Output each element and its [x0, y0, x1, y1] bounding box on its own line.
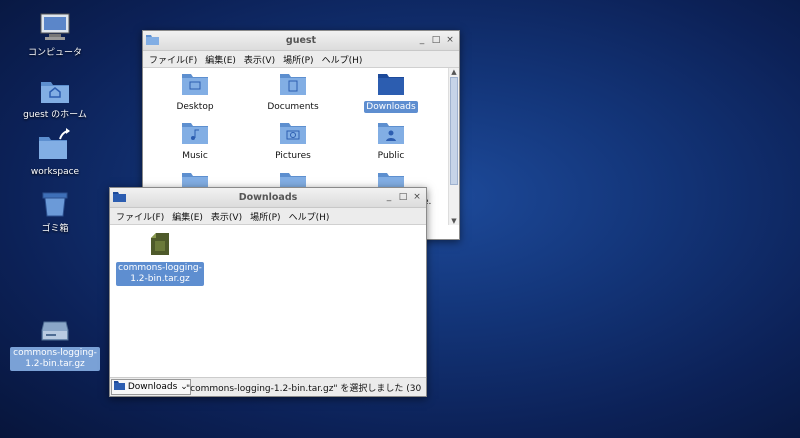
folder-link-icon	[39, 128, 70, 159]
public-folder-icon	[378, 123, 404, 144]
scroll-up-icon[interactable]: ▲	[449, 68, 459, 76]
window-title: guest	[285, 35, 317, 46]
menu-edit[interactable]: 編集(E)	[201, 51, 240, 68]
menubar: ファイル(F) 編集(E) 表示(V) 場所(P) ヘルプ(H)	[110, 208, 426, 225]
desktop-icon-label: ゴミ箱	[41, 224, 69, 234]
file-label: commons-logging-1.2-bin.tar.gz	[116, 262, 204, 286]
window-title: Downloads	[238, 192, 298, 203]
file-view: commons-logging-1.2-bin.tar.gz	[110, 225, 426, 377]
folder-icon	[114, 381, 125, 390]
maximize-icon[interactable]: □	[398, 191, 408, 203]
folder-label: Documents	[267, 102, 319, 112]
folder-label: Downloads	[364, 101, 418, 113]
desktop-icon-label: workspace	[30, 167, 80, 177]
menu-view[interactable]: 表示(V)	[240, 51, 279, 68]
titlebar[interactable]: guest _ □ ×	[143, 31, 459, 51]
location-value: Downloads	[127, 382, 178, 392]
close-icon[interactable]: ×	[445, 34, 455, 46]
home-folder-icon	[41, 82, 69, 103]
menu-places[interactable]: 場所(P)	[246, 208, 284, 225]
documents-folder-icon	[280, 74, 306, 95]
folder-documents[interactable]: Documents	[248, 72, 338, 113]
status-text: "commons-logging-1.2-bin.tar.gz" を選択しました…	[186, 384, 422, 394]
pictures-folder-icon	[280, 123, 306, 144]
statusbar: Downloads ⌄ "commons-logging-1.2-bin.tar…	[110, 377, 426, 396]
menu-file[interactable]: ファイル(F)	[145, 51, 201, 68]
scrollbar-thumb[interactable]	[450, 77, 458, 185]
desktop-icon-archive-drive[interactable]: commons-logging-1.2-bin.tar.gz	[9, 318, 101, 371]
vertical-scrollbar[interactable]: ▲ ▼	[448, 68, 459, 225]
location-dropdown[interactable]: Downloads ⌄	[111, 379, 191, 395]
window-downloads: Downloads _ □ × ファイル(F) 編集(E) 表示(V) 場所(P) ヘル…	[109, 187, 427, 397]
computer-icon	[40, 13, 70, 40]
folder-music[interactable]: Music	[150, 121, 240, 162]
desktop-icon-trash[interactable]: ゴミ箱	[15, 190, 95, 236]
menu-places[interactable]: 場所(P)	[279, 51, 317, 68]
file-item[interactable]: commons-logging-1.2-bin.tar.gz	[115, 231, 205, 286]
drive-icon	[41, 321, 69, 341]
menu-edit[interactable]: 編集(E)	[168, 208, 207, 225]
maximize-icon[interactable]: □	[431, 34, 441, 46]
desktop-icon-label: commons-logging-1.2-bin.tar.gz	[10, 347, 100, 371]
minimize-icon[interactable]: _	[417, 34, 427, 46]
menu-view[interactable]: 表示(V)	[207, 208, 246, 225]
desktop-icon-label: guest のホーム	[23, 110, 87, 120]
desktop-folder-icon	[182, 74, 208, 95]
scroll-down-icon[interactable]: ▼	[449, 217, 459, 225]
archive-file-icon	[151, 233, 169, 255]
desktop-icon-computer[interactable]: コンピュータ	[15, 12, 95, 60]
menubar: ファイル(F) 編集(E) 表示(V) 場所(P) ヘルプ(H)	[143, 51, 459, 68]
desktop-icon-workspace[interactable]: workspace	[15, 127, 95, 179]
desktop-icon-home[interactable]: guest のホーム	[15, 78, 95, 122]
titlebar[interactable]: Downloads _ □ ×	[110, 188, 426, 208]
folder-label: Pictures	[275, 151, 311, 161]
minimize-icon[interactable]: _	[384, 191, 394, 203]
downloads-folder-icon	[378, 74, 404, 95]
folder-label: Public	[377, 151, 405, 161]
folder-downloads[interactable]: Downloads	[346, 72, 436, 113]
folder-pictures[interactable]: Pictures	[248, 121, 338, 162]
folder-public[interactable]: Public	[346, 121, 436, 162]
folder-label: Desktop	[176, 102, 214, 112]
folder-label: Music	[182, 151, 208, 161]
music-folder-icon	[182, 123, 208, 144]
menu-help[interactable]: ヘルプ(H)	[285, 208, 334, 225]
menu-help[interactable]: ヘルプ(H)	[318, 51, 367, 68]
desktop-icon-label: コンピュータ	[27, 48, 82, 58]
menu-file[interactable]: ファイル(F)	[112, 208, 168, 225]
close-icon[interactable]: ×	[412, 191, 422, 203]
folder-desktop[interactable]: Desktop	[150, 72, 240, 113]
trash-icon	[42, 192, 68, 217]
